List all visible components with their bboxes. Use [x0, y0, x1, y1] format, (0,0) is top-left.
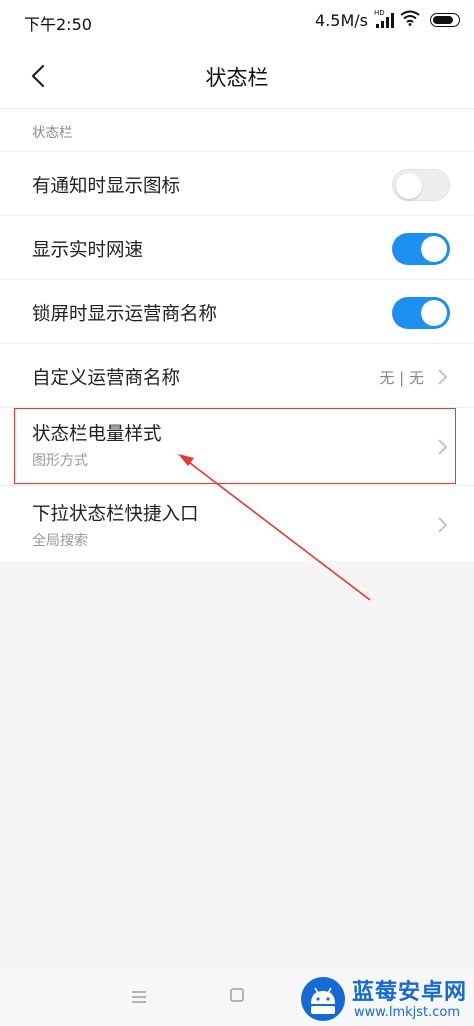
watermark-title: 蓝莓安卓网 — [352, 980, 468, 1005]
setting-row-network-speed[interactable]: 显示实时网速 — [0, 215, 474, 280]
setting-label: 有通知时显示图标 — [32, 176, 181, 197]
setting-value: 无 | 无 — [379, 369, 424, 387]
network-speed-toggle[interactable] — [392, 233, 450, 265]
setting-subtitle: 图形方式 — [32, 453, 88, 469]
setting-row-battery-style[interactable]: 状态栏电量样式 图形方式 — [0, 407, 474, 486]
setting-label: 显示实时网速 — [32, 240, 144, 261]
notification-icons-toggle[interactable] — [392, 169, 450, 201]
watermark-url: www.lmkjst.com — [354, 1005, 461, 1020]
setting-label: 自定义运营商名称 — [32, 368, 181, 389]
setting-label: 锁屏时显示运营商名称 — [32, 304, 218, 325]
wifi-icon — [400, 10, 420, 30]
setting-subtitle: 全局搜索 — [32, 533, 88, 549]
menu-icon[interactable] — [130, 989, 148, 1003]
setting-row-notification-icons[interactable]: 有通知时显示图标 — [0, 151, 474, 216]
setting-label: 状态栏电量样式 — [32, 424, 162, 445]
status-time: 下午2:50 — [24, 15, 92, 34]
hd-label: HD — [374, 9, 385, 17]
chevron-right-icon — [436, 368, 448, 386]
status-bar: 下午2:50 4.5M/s HD — [0, 0, 474, 44]
page-header: 状态栏 — [0, 44, 474, 109]
setting-row-lockscreen-carrier[interactable]: 锁屏时显示运营商名称 — [0, 279, 474, 344]
setting-row-pulldown-shortcut[interactable]: 下拉状态栏快捷入口 全局搜索 — [0, 485, 474, 562]
battery-icon — [430, 13, 460, 27]
android-logo-icon — [300, 976, 346, 1022]
setting-row-custom-carrier[interactable]: 自定义运营商名称 无 | 无 — [0, 343, 474, 408]
chevron-right-icon — [436, 516, 448, 534]
chevron-right-icon — [436, 438, 448, 456]
network-speed: 4.5M/s — [315, 10, 368, 30]
settings-list: 状态栏 有通知时显示图标 显示实时网速 锁屏时显示运营商名称 自定义运营商名称 … — [0, 109, 474, 561]
watermark: 蓝莓安卓网 www.lmkjst.com — [300, 974, 474, 1026]
page-title: 状态栏 — [205, 66, 269, 90]
section-label: 状态栏 — [32, 125, 73, 141]
setting-label: 下拉状态栏快捷入口 — [32, 504, 199, 525]
status-icons: 4.5M/s HD — [315, 9, 460, 30]
signal-icon: HD — [374, 9, 394, 28]
lockscreen-carrier-toggle[interactable] — [392, 297, 450, 329]
home-icon[interactable] — [228, 986, 246, 1004]
